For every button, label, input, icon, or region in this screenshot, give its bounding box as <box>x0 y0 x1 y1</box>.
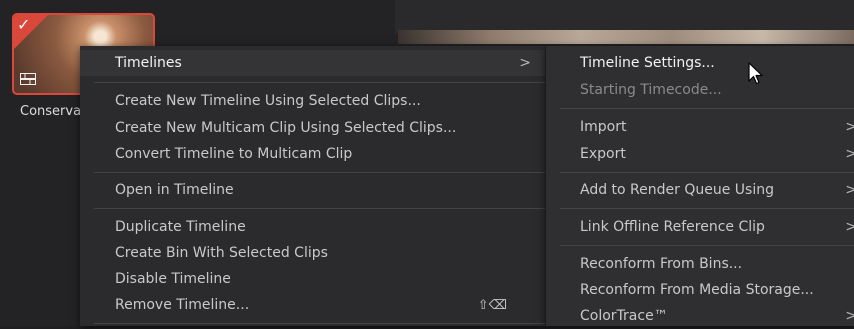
submenu-item-reconform-from-bins[interactable]: Reconform From Bins... <box>546 251 854 277</box>
menu-item-convert-to-multicam[interactable]: Convert Timeline to Multicam Clip <box>80 141 545 167</box>
submenu-item-reconform-from-media-storage[interactable]: Reconform From Media Storage... <box>546 277 854 303</box>
chevron-right-icon: > <box>845 308 854 324</box>
menu-item-disable-timeline[interactable]: Disable Timeline <box>80 266 545 292</box>
clip-name: Conserva <box>20 104 82 119</box>
menu-separator <box>560 208 854 209</box>
submenu-item-colortrace[interactable]: ColorTrace™ > <box>546 303 854 329</box>
pointer-cursor-icon <box>748 62 763 85</box>
submenu-item-export[interactable]: Export > <box>546 141 854 167</box>
submenu-item-starting-timecode[interactable]: Starting Timecode... <box>546 77 854 103</box>
viewer-image <box>398 30 854 44</box>
chevron-right-icon: > <box>845 219 854 235</box>
menu-separator <box>560 108 854 109</box>
chevron-right-icon: > <box>845 146 854 162</box>
menu-item-create-multicam-clip[interactable]: Create New Multicam Clip Using Selected … <box>80 115 545 141</box>
chevron-right-icon: > <box>845 182 854 198</box>
menu-item-remove-timeline[interactable]: Remove Timeline... ⇧⌫ <box>80 292 545 318</box>
menu-separator <box>94 208 545 209</box>
menu-item-timelines[interactable]: Timelines > <box>80 50 545 76</box>
submenu-item-import[interactable]: Import > <box>546 114 854 140</box>
chevron-right-icon: > <box>519 55 531 71</box>
menu-separator <box>94 172 545 173</box>
timelines-submenu: Timeline Settings... Starting Timecode..… <box>545 46 854 326</box>
menu-item-duplicate-timeline[interactable]: Duplicate Timeline <box>80 214 545 240</box>
check-icon: ✓ <box>17 15 31 34</box>
menu-item-open-in-timeline[interactable]: Open in Timeline <box>80 177 545 203</box>
menu-separator <box>560 172 854 173</box>
menu-separator <box>560 245 854 246</box>
viewer-header <box>395 0 854 34</box>
menu-item-create-bin[interactable]: Create Bin With Selected Clips <box>80 240 545 266</box>
shortcut-label: ⇧⌫ <box>477 297 507 313</box>
menu-separator <box>94 323 545 324</box>
chevron-right-icon: > <box>845 119 854 135</box>
timeline-icon <box>20 73 36 85</box>
submenu-item-link-offline-reference[interactable]: Link Offline Reference Clip > <box>546 214 854 240</box>
menu-item-create-new-timeline[interactable]: Create New Timeline Using Selected Clips… <box>80 88 545 114</box>
menu-separator <box>94 82 545 83</box>
context-menu: Timelines > Create New Timeline Using Se… <box>80 46 545 326</box>
submenu-item-add-to-render-queue[interactable]: Add to Render Queue Using > <box>546 177 854 203</box>
submenu-item-timeline-settings[interactable]: Timeline Settings... <box>546 50 854 76</box>
